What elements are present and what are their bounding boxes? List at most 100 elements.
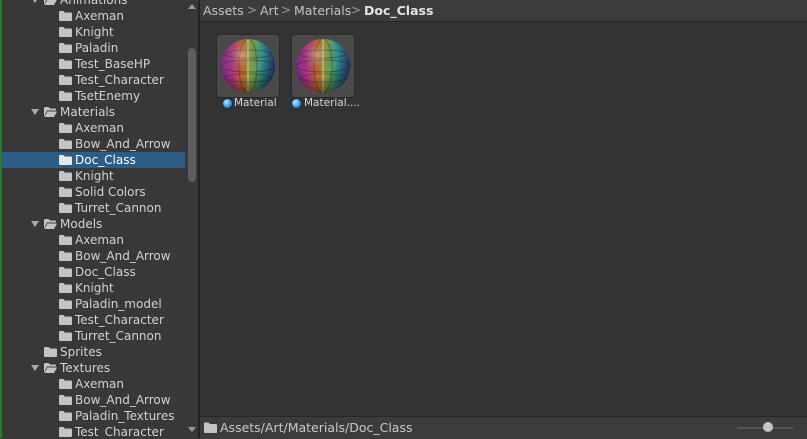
breadcrumb-item-materials[interactable]: Materials [294, 3, 351, 18]
breadcrumb-separator: > [247, 3, 258, 17]
tree-item-label: Sprites [60, 345, 102, 359]
tree-item-label: Test_Character [75, 313, 164, 327]
tree-item-label: Axeman [75, 233, 124, 247]
folder-icon [59, 331, 72, 341]
status-footer: Assets/Art/Materials/Doc_Class [200, 416, 807, 439]
tree-item[interactable]: Bow_And_Arrow [2, 136, 185, 152]
tree-item[interactable]: Axeman [2, 376, 185, 392]
tree-item-label: Textures [60, 361, 111, 375]
tree-item-label: Turret_Cannon [75, 329, 162, 343]
tree-item-label: Knight [75, 169, 114, 183]
tree-item-label: Doc_Class [75, 265, 136, 279]
tree-item[interactable]: Turret_Cannon [2, 328, 185, 344]
tree-item[interactable]: Materials [2, 104, 185, 120]
tree-scrollbar-thumb[interactable] [188, 48, 196, 182]
tree-item[interactable]: Models [2, 216, 185, 232]
breadcrumb: Assets > Art > Materials > Doc_Class [200, 0, 807, 22]
asset-label[interactable]: Material [234, 97, 277, 111]
tree-item[interactable]: Knight [2, 280, 185, 296]
tree-item-label: Paladin [75, 41, 119, 55]
expand-arrow-icon[interactable] [31, 221, 39, 227]
zoom-slider-handle[interactable] [763, 422, 773, 432]
tree-item-label: Axeman [75, 121, 124, 135]
folder-icon [59, 59, 72, 69]
tree-item-label: Paladin_Textures [75, 409, 175, 423]
folder-icon [59, 27, 72, 37]
scroll-up-arrow-icon[interactable] [188, 4, 196, 9]
project-folder-tree[interactable]: Animations Axeman Knight Paladin Test_BaseHP… [2, 0, 185, 438]
tree-item[interactable]: Bow_And_Arrow [2, 392, 185, 408]
folder-open-icon [44, 363, 57, 373]
tree-item[interactable]: Axeman [2, 120, 185, 136]
tree-item[interactable]: Axeman [2, 8, 185, 24]
folder-icon [59, 299, 72, 309]
folder-open-icon [44, 107, 57, 117]
asset-label[interactable]: Material.... [304, 97, 360, 111]
folder-icon [59, 171, 72, 181]
tree-item-label: Test_Character [75, 425, 164, 438]
folder-icon [59, 395, 72, 405]
asset-tile-material[interactable] [216, 34, 280, 98]
tree-item-label: Bow_And_Arrow [75, 137, 171, 151]
tree-item[interactable]: Test_Character [2, 72, 185, 88]
tree-item-label: Doc_Class [75, 153, 136, 167]
expand-arrow-icon[interactable] [31, 365, 39, 371]
folder-icon [59, 43, 72, 53]
folder-icon [59, 123, 72, 133]
tree-item[interactable]: Turret_Cannon [2, 200, 185, 216]
folder-icon [59, 139, 72, 149]
tree-item-label: Models [60, 217, 103, 231]
tree-item-label: Knight [75, 25, 114, 39]
tree-item-label: Bow_And_Arrow [75, 393, 171, 407]
folder-icon [59, 91, 72, 101]
tree-item[interactable]: Test_BaseHP [2, 56, 185, 72]
tree-item[interactable]: Sprites [2, 344, 185, 360]
tree-item[interactable]: Knight [2, 168, 185, 184]
folder-icon [59, 411, 72, 421]
tree-item-label: Knight [75, 281, 114, 295]
folder-icon [59, 187, 72, 197]
tree-item[interactable]: Paladin_model [2, 296, 185, 312]
material-type-icon [291, 98, 302, 109]
tree-item-label: Bow_And_Arrow [75, 249, 171, 263]
tree-item[interactable]: Knight [2, 24, 185, 40]
tree-item-label: Materials [60, 105, 116, 119]
folder-open-icon [44, 0, 57, 5]
tree-item[interactable]: Test_Character [2, 424, 185, 438]
material-type-icon [222, 98, 233, 109]
tree-item[interactable]: TsetEnemy [2, 88, 185, 104]
folder-icon [204, 422, 217, 433]
tree-item-label: Axeman [75, 377, 124, 391]
tree-item[interactable]: Animations [2, 0, 185, 8]
breadcrumb-item-doc-class[interactable]: Doc_Class [364, 3, 433, 18]
tree-item-label: Axeman [75, 9, 124, 23]
folder-icon [59, 283, 72, 293]
tree-item[interactable]: Test_Character [2, 312, 185, 328]
tree-item[interactable]: Paladin_Textures [2, 408, 185, 424]
tree-item[interactable]: Axeman [2, 232, 185, 248]
tree-item[interactable]: Bow_And_Arrow [2, 248, 185, 264]
folder-icon [59, 251, 72, 261]
tree-item[interactable]: Doc_Class [2, 152, 185, 168]
scroll-down-arrow-icon[interactable] [188, 427, 196, 432]
tree-item[interactable]: Solid Colors [2, 184, 185, 200]
folder-icon [59, 203, 72, 213]
tree-item-label: Turret_Cannon [75, 201, 162, 215]
expand-arrow-icon[interactable] [31, 0, 39, 3]
folder-icon [59, 235, 72, 245]
tree-item[interactable]: Paladin [2, 40, 185, 56]
asset-browser-panel: Assets > Art > Materials > Doc_Class Mat… [200, 0, 807, 438]
tree-item[interactable]: Textures [2, 360, 185, 376]
folder-icon [59, 75, 72, 85]
breadcrumb-separator: > [351, 3, 362, 17]
asset-tile-material-2[interactable] [291, 34, 355, 98]
tree-item-label: Paladin_model [75, 297, 162, 311]
expand-arrow-icon[interactable] [31, 109, 39, 115]
tree-item[interactable]: Doc_Class [2, 264, 185, 280]
tree-item-label: Animations [60, 0, 128, 7]
breadcrumb-item-assets[interactable]: Assets [203, 3, 244, 18]
breadcrumb-item-art[interactable]: Art [260, 3, 279, 18]
tree-item-label: Test_Character [75, 73, 164, 87]
folder-icon [59, 11, 72, 21]
folder-open-icon [44, 219, 57, 229]
